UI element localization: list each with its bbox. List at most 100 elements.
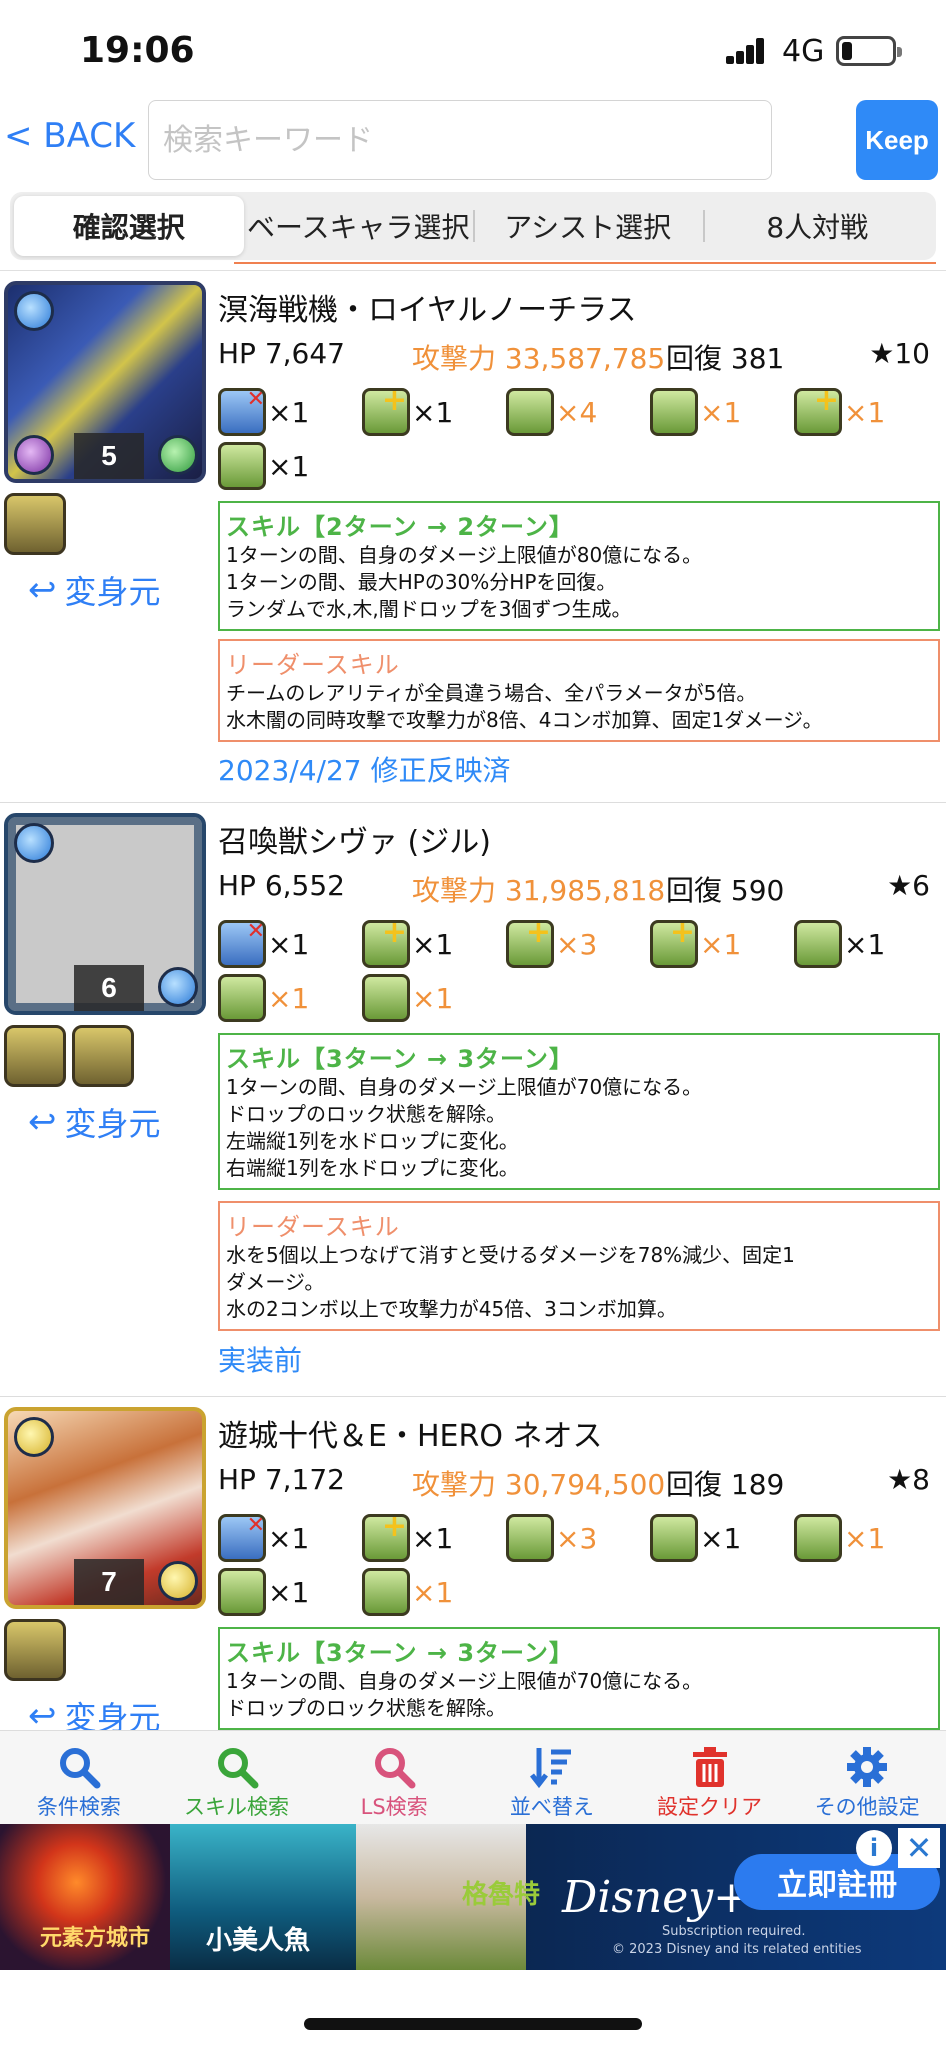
- monster-portrait[interactable]: 6: [4, 813, 206, 1015]
- machine-type-icon: [4, 493, 66, 555]
- skill-bind-resist-icon: [218, 1513, 266, 1562]
- skill-bind-resist-icon: [218, 387, 266, 436]
- tab-confirm[interactable]: 確認選択: [14, 196, 244, 256]
- skill-search-button[interactable]: スキル検索: [158, 1731, 316, 1824]
- condition-search-button[interactable]: 条件検索: [0, 1731, 158, 1824]
- trash-icon: [687, 1741, 733, 1793]
- l-shape-icon: [650, 1514, 698, 1562]
- search-input[interactable]: [148, 100, 772, 180]
- back-button[interactable]: < BACK: [4, 116, 135, 156]
- attacker-type-icon: [4, 1619, 66, 1681]
- skill-heading: スキル【2ターン → 2ターン】: [226, 513, 574, 541]
- team-slot-number: 6: [74, 965, 144, 1011]
- transform-source-link[interactable]: ↩ 変身元: [28, 1693, 161, 1730]
- leader-skill-box: リーダースキル チームのレアリティが全員違う場合、全パラメータが5倍。 水木闇の…: [218, 639, 940, 742]
- sort-button[interactable]: 並べ替え: [473, 1731, 631, 1824]
- other-settings-button[interactable]: その他設定: [788, 1731, 946, 1824]
- ad-info-icon[interactable]: i: [856, 1830, 892, 1866]
- leader-skill-text-line: チームのレアリティが全員違う場合、全パラメータが5倍。: [226, 681, 757, 705]
- toolbar-label: LS検索: [360, 1795, 428, 1819]
- drop-plus-icon: [794, 1514, 842, 1562]
- monster-card: 7 ↩ 変身元 遊城十代＆E・HERO ネオス HP 7,172 攻撃力 30,…: [0, 1397, 946, 1730]
- skill-box: スキル【3ターン → 3ターン】 1ターンの間、自身のダメージ上限値が70億にな…: [218, 1627, 940, 1730]
- transform-source-link[interactable]: ↩ 変身元: [28, 1099, 161, 1145]
- wood-attribute-icon: [158, 435, 198, 475]
- leader-skill-search-button[interactable]: LS検索: [315, 1731, 473, 1824]
- transform-source-link[interactable]: ↩ 変身元: [28, 567, 161, 613]
- team-slot-number: 5: [74, 433, 144, 479]
- monster-portrait[interactable]: 5: [4, 281, 206, 483]
- skill-text-line: 1ターンの間、自身のダメージ上限値が70億になる。: [226, 1075, 703, 1099]
- transform-source-label: 変身元: [64, 573, 161, 611]
- tab-base-character[interactable]: ベースキャラ選択: [244, 196, 474, 256]
- awakening-count: ×1: [700, 395, 742, 429]
- awakening-count: ×1: [412, 1521, 454, 1555]
- revision-note[interactable]: 実装前: [218, 1339, 302, 1379]
- leader-skill-heading: リーダースキル: [226, 651, 400, 679]
- toolbar-label: 並べ替え: [509, 1795, 594, 1819]
- god-type-icon: [4, 1025, 66, 1087]
- voice-icon: [362, 974, 410, 1022]
- skill-text-line: 1ターンの間、自身のダメージ上限値が80億になる。: [226, 543, 703, 567]
- battery-icon: [836, 36, 902, 66]
- attack-value: 攻撃力 33,587,785: [412, 342, 666, 375]
- skill-box: スキル【3ターン → 3ターン】 1ターンの間、自身のダメージ上限値が70億にな…: [218, 1033, 940, 1190]
- home-indicator[interactable]: [304, 2018, 642, 2030]
- toolbar-label: 条件検索: [36, 1795, 121, 1819]
- status-bar: 19:06 4G: [0, 0, 946, 100]
- reply-arrow-icon: ↩: [28, 1696, 57, 1730]
- seven-combo-icon: [506, 915, 554, 968]
- revision-note[interactable]: 2023/4/27 修正反映済: [218, 749, 510, 789]
- finger-plus-icon: [362, 383, 410, 436]
- monster-stats: HP 7,647 攻撃力 33,587,785 回復 381 ★10: [218, 337, 938, 377]
- monster-portrait[interactable]: 7: [4, 1407, 206, 1609]
- awakening-row: ×1 ×1 ×4 ×1 ×1: [218, 383, 938, 439]
- awakening-count: ×1: [268, 927, 310, 961]
- awakening-count: ×3: [556, 1521, 598, 1555]
- clear-settings-button[interactable]: 設定クリア: [631, 1731, 789, 1824]
- ad-close-icon[interactable]: ✕: [898, 1828, 940, 1868]
- transform-source-label: 変身元: [64, 1105, 161, 1143]
- bottom-toolbar: 条件検索 スキル検索 LS検索 並べ替え 設定クリア その他設定: [0, 1730, 946, 1824]
- search-icon: [56, 1741, 102, 1793]
- monster-stats: HP 7,172 攻撃力 30,794,500 回復 189 ★8: [218, 1463, 938, 1503]
- awakening-count: ×1: [844, 395, 886, 429]
- ad-title-3: 格魯特: [462, 1880, 541, 1910]
- awakening-row: ×1 ×1: [218, 1565, 506, 1619]
- ad-banner[interactable]: 元素方城市 小美人魚 格魯特 Disney+ 立即註冊 Subscription…: [0, 1824, 946, 1970]
- team-slot-number: 7: [74, 1559, 144, 1605]
- search-icon: [371, 1741, 417, 1793]
- leader-skill-text-line: 水木闇の同時攻撃で攻撃力が8倍、4コンボ加算、固定1ダメージ。: [226, 708, 823, 732]
- recovery-value: 回復 590: [666, 874, 785, 907]
- damage-void-icon: [794, 920, 842, 968]
- ad-fine-print: © 2023 Disney and its related entities: [612, 1942, 862, 1957]
- drop-plus-icon: [650, 388, 698, 436]
- light-attribute-icon: [158, 1561, 198, 1601]
- toolbar-label: スキル検索: [184, 1795, 289, 1819]
- awakening-count: ×1: [268, 1521, 310, 1555]
- monster-list[interactable]: 5 ↩ 変身元 溟海戦機・ロイヤルノーチラス HP 7,647 攻撃力 33,5…: [0, 270, 946, 1730]
- leader-skill-text-line: 水を5個以上つなげて消すと受けるダメージを78%減少、固定1: [226, 1243, 795, 1267]
- damage-void-icon: [218, 1568, 266, 1616]
- light-attribute-icon: [14, 1417, 54, 1457]
- tab-assist[interactable]: アシスト選択: [473, 196, 703, 256]
- skill-text-line: 左端縦1列を水ドロップに変化。: [226, 1129, 519, 1153]
- skill-bind-resist-icon: [218, 919, 266, 968]
- keep-button[interactable]: Keep: [856, 100, 938, 180]
- awakening-count: ×1: [268, 1575, 310, 1609]
- tab-8-player[interactable]: 8人対戦: [702, 196, 933, 256]
- awakening-row: ×1 ×1 ×3 ×1 ×1: [218, 915, 938, 971]
- leader-skill-heading: リーダースキル: [226, 1213, 400, 1241]
- ad-title-1: 元素方城市: [40, 1926, 151, 1951]
- ad-title-2: 小美人魚: [206, 1926, 311, 1956]
- awakening-count: ×3: [556, 927, 598, 961]
- hp-value: HP 7,172: [218, 1463, 345, 1496]
- rarity-stars: ★6: [887, 869, 930, 902]
- awakening-count: ×1: [844, 927, 886, 961]
- gear-icon: [844, 1741, 890, 1793]
- transform-source-label: 変身元: [64, 1699, 161, 1730]
- network-type: 4G: [782, 34, 825, 69]
- leader-skill-box: リーダースキル 水を5個以上つなげて消すと受けるダメージを78%減少、固定1 ダ…: [218, 1201, 940, 1331]
- mode-tabs: 確認選択 ベースキャラ選択 アシスト選択 8人対戦: [10, 192, 936, 260]
- dark-attribute-icon: [14, 435, 54, 475]
